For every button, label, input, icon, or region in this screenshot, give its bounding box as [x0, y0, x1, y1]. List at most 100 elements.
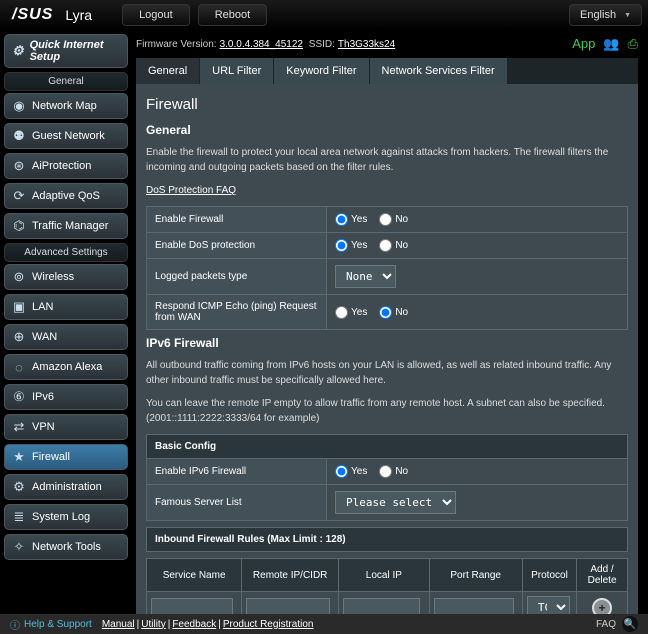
- help-support-label: Help & Support: [24, 619, 92, 630]
- sidebar-icon: ⟳: [11, 188, 27, 204]
- row-enable-firewall-label: Enable Firewall: [147, 207, 327, 233]
- search-icon[interactable]: 🔍: [622, 616, 638, 632]
- sidebar-item-label: LAN: [32, 301, 53, 313]
- sidebar-icon: ▣: [11, 299, 27, 315]
- users-icon[interactable]: 👥: [603, 36, 619, 52]
- sidebar-item-label: Network Tools: [32, 541, 101, 553]
- sidebar-item-ipv6[interactable]: ⑥ IPv6: [4, 384, 128, 410]
- sidebar-item-firewall[interactable]: ★ Firewall: [4, 444, 128, 470]
- section-ipv6-title: IPv6 Firewall: [146, 336, 628, 350]
- local-ip-input[interactable]: [343, 598, 420, 614]
- sidebar-icon: ★: [11, 449, 27, 465]
- port-range-input[interactable]: [434, 598, 514, 614]
- language-dropdown[interactable]: English: [569, 4, 642, 26]
- info-icon: ⓘ: [10, 617, 20, 632]
- sidebar-item-aiprotection[interactable]: ⊛ AiProtection: [4, 153, 128, 179]
- sidebar: ⚙ Quick Internet Setup General ◉Network …: [0, 30, 132, 614]
- feedback-link[interactable]: Feedback: [172, 619, 216, 630]
- tab-keyword-filter[interactable]: Keyword Filter: [274, 58, 369, 84]
- sidebar-item-label: Administration: [32, 481, 102, 493]
- row-enable-dos-label: Enable DoS protection: [147, 233, 327, 259]
- col-protocol: Protocol: [522, 559, 576, 592]
- sidebar-item-vpn[interactable]: ⇄ VPN: [4, 414, 128, 440]
- faq-label: FAQ: [596, 619, 616, 630]
- remote-ip-input[interactable]: [246, 598, 329, 614]
- reboot-button[interactable]: Reboot: [198, 4, 267, 26]
- service-name-input[interactable]: [151, 598, 233, 614]
- col-remote-ip: Remote IP/CIDR: [242, 559, 339, 592]
- sidebar-item-label: Firewall: [32, 451, 70, 463]
- sidebar-item-label: Network Map: [32, 100, 97, 112]
- sidebar-icon: ⚉: [11, 128, 27, 144]
- sidebar-icon: ⇄: [11, 419, 27, 435]
- sidebar-item-network-map[interactable]: ◉Network Map: [4, 93, 128, 119]
- sidebar-item-system-log[interactable]: ≣ System Log: [4, 504, 128, 530]
- col-port-range: Port Range: [429, 559, 522, 592]
- sidebar-icon: ◌: [11, 359, 27, 375]
- product-registration-link[interactable]: Product Registration: [223, 619, 314, 630]
- dos-faq-link[interactable]: DoS Protection FAQ: [146, 185, 236, 196]
- firmware-version-link[interactable]: 3.0.0.4.384_45122: [220, 39, 303, 50]
- sidebar-icon: ✧: [11, 539, 27, 555]
- status-icon[interactable]: ⎙: [628, 36, 638, 52]
- sidebar-item-lan[interactable]: ▣ LAN: [4, 294, 128, 320]
- sidebar-item-guest-network[interactable]: ⚉ Guest Network: [4, 123, 128, 149]
- enable-firewall-radio[interactable]: Yes No: [335, 213, 619, 226]
- sidebar-item-label: Traffic Manager: [32, 220, 108, 232]
- basic-config-header: Basic Config: [147, 435, 628, 459]
- sidebar-general-header: General: [4, 72, 128, 91]
- sidebar-item-wan[interactable]: ⊕WAN: [4, 324, 128, 350]
- utility-link[interactable]: Utility: [141, 619, 165, 630]
- model-name: Lyra: [65, 7, 92, 23]
- col-service-name: Service Name: [147, 559, 242, 592]
- col-local-ip: Local IP: [339, 559, 429, 592]
- add-rule-button[interactable]: +: [592, 598, 612, 615]
- sidebar-icon: ⌬: [11, 218, 27, 234]
- sidebar-advanced-header: Advanced Settings: [4, 243, 128, 262]
- sidebar-item-label: IPv6: [32, 391, 54, 403]
- manual-link[interactable]: Manual: [102, 619, 135, 630]
- sidebar-item-label: AiProtection: [32, 160, 91, 172]
- sidebar-item-label: Amazon Alexa: [32, 361, 102, 373]
- sidebar-item-adaptive-qos[interactable]: ⟳ Adaptive QoS: [4, 183, 128, 209]
- inbound-rules-header: Inbound Firewall Rules (Max Limit : 128): [147, 528, 628, 552]
- sidebar-icon: ⑥: [11, 389, 27, 405]
- sidebar-icon: ⚙: [11, 479, 27, 495]
- sidebar-item-label: Guest Network: [32, 130, 105, 142]
- icmp-radio[interactable]: Yes No: [335, 306, 619, 319]
- sidebar-icon: ⊛: [11, 158, 27, 174]
- sidebar-item-amazon-alexa[interactable]: ◌ Amazon Alexa: [4, 354, 128, 380]
- sidebar-icon: ⊚: [11, 269, 27, 285]
- sidebar-icon: ≣: [11, 509, 27, 525]
- row-famous-label: Famous Server List: [147, 485, 327, 521]
- sidebar-icon: ⊕: [11, 329, 27, 345]
- sidebar-item-wireless[interactable]: ⊚Wireless: [4, 264, 128, 290]
- protocol-select[interactable]: TCP: [527, 596, 570, 614]
- brand-logo: /SUS: [6, 6, 59, 24]
- gear-icon: ⚙: [11, 43, 25, 59]
- enable-dos-radio[interactable]: Yes No: [335, 239, 619, 252]
- quick-internet-setup[interactable]: ⚙ Quick Internet Setup: [4, 34, 128, 68]
- tab-general[interactable]: General: [136, 58, 200, 84]
- ipv6-desc-2: You can leave the remote IP empty to all…: [146, 396, 628, 426]
- logged-packets-select[interactable]: None: [335, 265, 396, 288]
- app-link[interactable]: App: [572, 36, 595, 52]
- sidebar-item-administration[interactable]: ⚙ Administration: [4, 474, 128, 500]
- general-description: Enable the firewall to protect your loca…: [146, 145, 628, 175]
- tab-network-services-filter[interactable]: Network Services Filter: [370, 58, 508, 84]
- enable-ipv6-radio[interactable]: Yes No: [335, 465, 619, 478]
- section-general-title: General: [146, 123, 628, 137]
- sidebar-item-traffic-manager[interactable]: ⌬ Traffic Manager: [4, 213, 128, 239]
- row-enable-ipv6-label: Enable IPv6 Firewall: [147, 459, 327, 485]
- sidebar-item-label: Adaptive QoS: [32, 190, 100, 202]
- page-title: Firewall: [146, 96, 628, 113]
- ssid-link[interactable]: Th3G33ks24: [338, 39, 395, 50]
- logout-button[interactable]: Logout: [122, 4, 190, 26]
- firmware-label: Firmware Version:: [136, 39, 217, 50]
- famous-server-select[interactable]: Please select: [335, 491, 456, 514]
- sidebar-item-network-tools[interactable]: ✧ Network Tools: [4, 534, 128, 560]
- tab-url-filter[interactable]: URL Filter: [200, 58, 274, 84]
- sidebar-item-label: System Log: [32, 511, 90, 523]
- col-add-delete: Add / Delete: [577, 559, 628, 592]
- sidebar-item-label: VPN: [32, 421, 55, 433]
